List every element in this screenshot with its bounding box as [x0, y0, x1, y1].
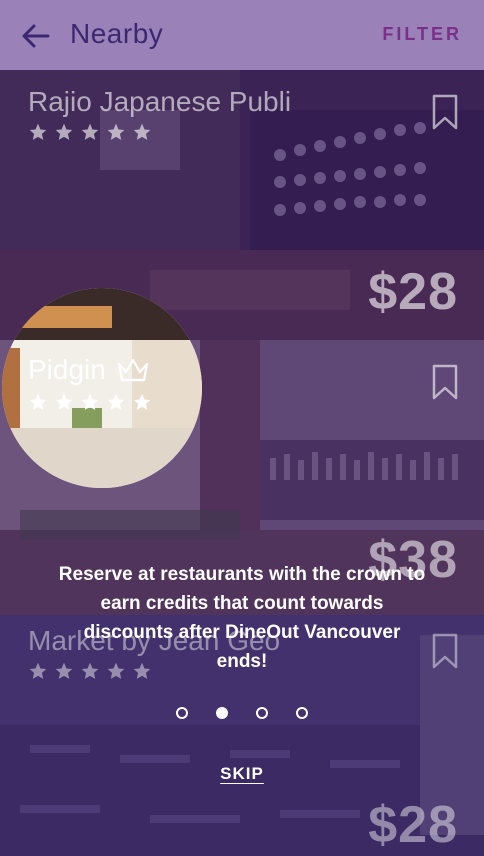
page-dot-active[interactable] — [216, 707, 228, 719]
back-arrow-icon — [22, 24, 50, 48]
star-icon — [107, 123, 125, 140]
star-rating — [28, 392, 152, 412]
back-button[interactable] — [18, 18, 54, 54]
price-label: $28 — [368, 796, 458, 854]
skip-button[interactable]: SKIP — [220, 764, 264, 783]
restaurant-name: Rajio Japanese Publi — [28, 86, 292, 117]
star-icon — [29, 123, 47, 140]
star-icon — [81, 393, 99, 410]
app-screen: Nearby FILTER Rajio Japanese Publi $28 P… — [0, 0, 484, 856]
restaurant-name: Pidgin — [28, 354, 106, 385]
skip-container: SKIP — [0, 764, 484, 784]
star-icon — [55, 123, 73, 140]
restaurant-name-row: Pidgin — [28, 354, 150, 386]
crown-icon — [117, 358, 148, 382]
card-content: Rajio Japanese Publi $28 — [0, 70, 484, 340]
coach-message: Reserve at restaurants with the crown to… — [58, 564, 426, 672]
star-icon — [133, 393, 151, 410]
page-title: Nearby — [70, 18, 164, 49]
star-icon — [81, 123, 99, 140]
top-bar: Nearby FILTER — [0, 0, 484, 70]
coach-mark: Reserve at restaurants with the crown to… — [0, 560, 484, 676]
bookmark-icon[interactable] — [432, 364, 458, 400]
star-rating — [28, 122, 152, 142]
page-dot[interactable] — [296, 707, 308, 719]
page-indicator — [0, 707, 484, 719]
star-icon — [55, 393, 73, 410]
star-icon — [107, 393, 125, 410]
page-dot[interactable] — [256, 707, 268, 719]
star-icon — [29, 393, 47, 410]
price-label: $28 — [368, 263, 458, 321]
bookmark-icon[interactable] — [432, 94, 458, 130]
filter-button[interactable]: FILTER — [382, 24, 462, 45]
star-icon — [133, 123, 151, 140]
page-dot[interactable] — [176, 707, 188, 719]
